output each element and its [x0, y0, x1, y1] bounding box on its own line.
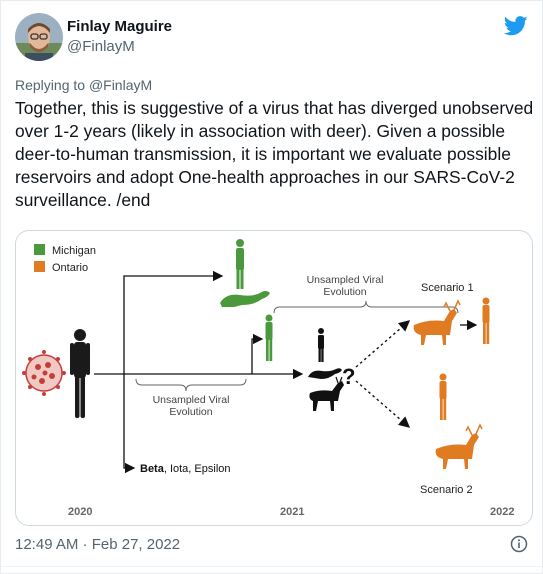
unsampled-bottom-line2: Evolution	[169, 406, 212, 418]
question-mark: ?	[342, 364, 355, 389]
scenario-2-label: Scenario 2	[420, 484, 473, 496]
mink-icon	[220, 291, 270, 307]
tweet-text: Together, this is suggestive of a virus …	[15, 98, 534, 210]
ontario-human-2-icon	[439, 373, 447, 420]
variants-rest: , Iota, Epsilon	[164, 463, 231, 475]
info-icon[interactable]	[510, 535, 528, 553]
legend-ontario-swatch	[34, 261, 45, 272]
avatar[interactable]	[15, 13, 63, 61]
unsampled-top-line1: Unsampled Viral	[307, 274, 384, 286]
variants-label: Beta, Iota, Epsilon	[140, 463, 231, 475]
replying-to: Replying to @FinlayM	[15, 77, 152, 93]
virus-icon	[22, 350, 66, 396]
author-name[interactable]: Finlay Maguire	[67, 18, 172, 35]
twitter-bird-icon[interactable]	[504, 15, 528, 37]
year-2020: 2020	[68, 506, 92, 518]
divider	[1, 566, 542, 567]
legend-ontario: Ontario	[52, 262, 88, 274]
tweet-timestamp[interactable]: 12:49 AM · Feb 27, 2022	[15, 536, 180, 553]
scenario-1-label: Scenario 1	[421, 282, 474, 294]
michigan-human-2-icon	[265, 314, 273, 361]
unsampled-top-line2: Evolution	[323, 286, 366, 298]
legend-michigan-swatch	[34, 244, 45, 255]
year-2022: 2022	[490, 506, 514, 518]
unknown-human-icon	[318, 328, 324, 362]
transmission-figure: Michigan Ontario Unsampled Viral Evoluti…	[22, 239, 514, 518]
replying-to-prefix: Replying to	[15, 77, 89, 93]
ontario-deer-2-icon	[435, 423, 483, 469]
year-2021: 2021	[280, 506, 304, 518]
unknown-mink-icon	[308, 368, 342, 379]
legend-michigan: Michigan	[52, 245, 96, 257]
tweet-image[interactable]: Michigan Ontario Unsampled Viral Evoluti…	[15, 230, 533, 526]
reply-to-handle[interactable]: @FinlayM	[89, 77, 152, 93]
variant-beta: Beta	[140, 463, 165, 475]
unsampled-bottom-line1: Unsampled Viral	[153, 394, 230, 406]
unknown-deer-icon	[309, 376, 344, 411]
michigan-human-icon	[236, 239, 244, 289]
ontario-human-icon	[482, 297, 490, 344]
human-icon	[70, 329, 90, 418]
tweet-card: Finlay Maguire @FinlayM Replying to @Fin…	[0, 0, 543, 574]
author-handle[interactable]: @FinlayM	[67, 38, 135, 55]
ontario-deer-icon	[413, 299, 461, 345]
